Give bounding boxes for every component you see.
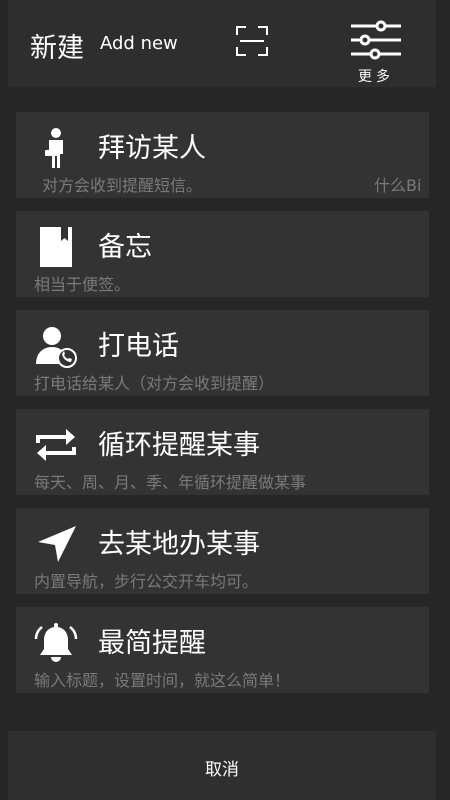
bottom-bar: 取消 — [8, 731, 436, 800]
more-button[interactable]: 更多 — [358, 66, 394, 86]
option-desc: 内置导航，步行公交开车均可。 — [34, 572, 259, 591]
option-desc: 输入标题，设置时间，就这么简单！ — [34, 671, 291, 690]
option-phone-call[interactable]: 打电话 打电话给某人（对方会收到提醒） — [16, 310, 429, 396]
option-memo[interactable]: 备忘 相当于便签。 — [16, 211, 429, 297]
option-desc: 打电话给某人（对方会收到提醒） — [34, 374, 275, 393]
option-label: 最简提醒 — [98, 628, 206, 659]
navigation-icon — [38, 526, 76, 562]
top-bar: 新建 Add new 更多 — [8, 0, 436, 87]
option-desc-extra: 什么Bi — [374, 176, 422, 195]
option-go-somewhere[interactable]: 去某地办某事 内置导航，步行公交开车均可。 — [16, 508, 429, 594]
option-visit-someone[interactable]: 拜访某人 对方会收到提醒短信。 什么Bi — [16, 112, 429, 198]
option-desc: 对方会收到提醒短信。 — [42, 176, 203, 195]
option-label: 循环提醒某事 — [98, 430, 260, 461]
page-subtitle: Add new — [100, 33, 178, 54]
scan-icon[interactable] — [236, 26, 268, 56]
option-label: 拜访某人 — [98, 133, 206, 164]
option-label: 备忘 — [98, 232, 152, 263]
repeat-icon — [36, 429, 76, 461]
visitor-icon — [45, 128, 63, 168]
option-label: 去某地办某事 — [98, 529, 260, 560]
call-contact-icon — [36, 327, 77, 368]
bell-icon — [34, 623, 78, 662]
sliders-icon[interactable] — [351, 20, 401, 60]
option-simple-reminder[interactable]: 最简提醒 输入标题，设置时间，就这么简单！ — [16, 607, 429, 693]
notebook-icon — [40, 227, 72, 267]
option-recurring-reminder[interactable]: 循环提醒某事 每天、周、月、季、年循环提醒做某事 — [16, 409, 429, 495]
cancel-button[interactable]: 取消 — [8, 755, 436, 780]
option-label: 打电话 — [98, 331, 179, 362]
option-desc: 相当于便签。 — [34, 275, 131, 294]
option-desc: 每天、周、月、季、年循环提醒做某事 — [34, 473, 307, 492]
page-title: 新建 — [30, 33, 84, 64]
